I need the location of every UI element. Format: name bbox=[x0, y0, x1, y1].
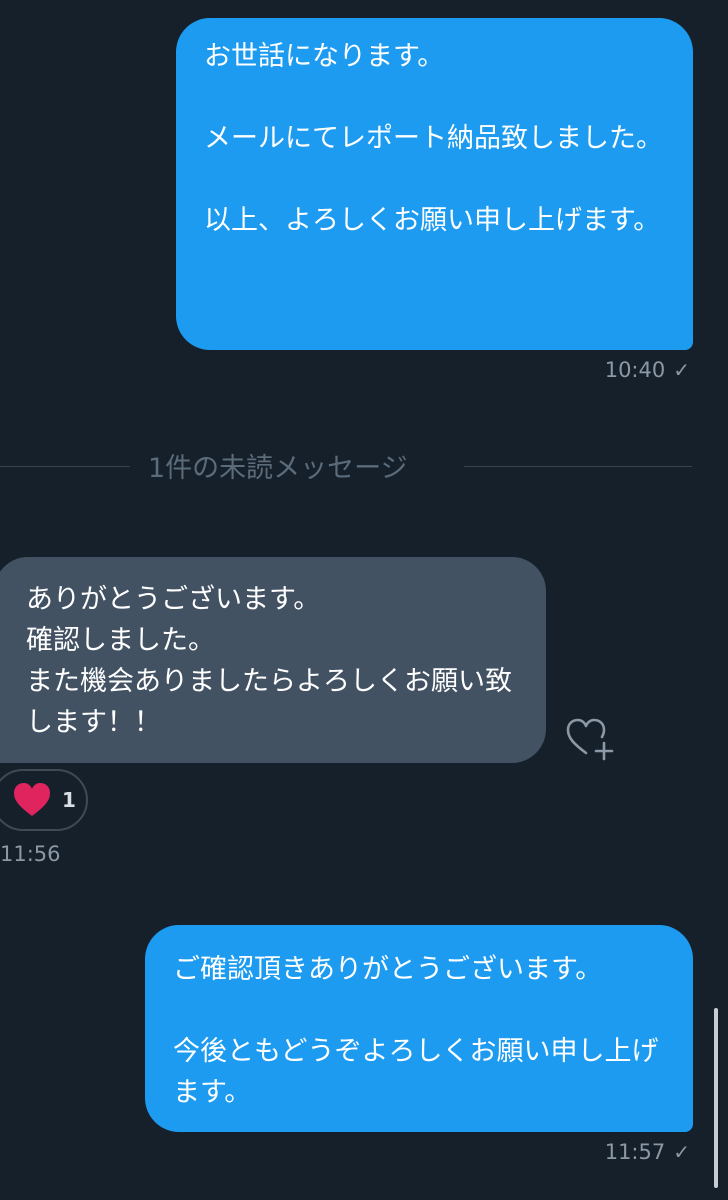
incoming-message-bubble[interactable]: ありがとうございます。 確認しました。 また機会ありましたらよろしくお願い致しま… bbox=[0, 557, 546, 763]
message-time: 11:57 bbox=[604, 1140, 666, 1164]
unread-divider-label: 1件の未読メッセージ bbox=[148, 453, 408, 484]
divider-line-right bbox=[464, 466, 692, 467]
heart-plus-icon bbox=[566, 718, 614, 761]
sent-check-icon: ✓ bbox=[673, 358, 690, 382]
add-reaction-button[interactable] bbox=[564, 715, 618, 761]
divider-line-left bbox=[0, 466, 130, 467]
message-meta: 10:40 ✓ bbox=[605, 358, 690, 382]
outgoing-message-bubble[interactable]: ご確認頂きありがとうございます。 今後ともどうぞよろしくお願い申し上げます。 bbox=[145, 925, 693, 1132]
heart-icon bbox=[14, 783, 50, 816]
message-time: 11:56 bbox=[0, 842, 61, 866]
unread-divider: 1件の未読メッセージ bbox=[0, 444, 692, 484]
reaction-pill[interactable]: 1 bbox=[0, 769, 88, 831]
message-meta: 11:56 bbox=[0, 842, 61, 866]
outgoing-message-bubble[interactable]: お世話になります。 メールにてレポート納品致しました。 以上、よろしくお願い申し… bbox=[176, 18, 693, 350]
message-meta: 11:57 ✓ bbox=[605, 1140, 690, 1164]
scrollbar[interactable] bbox=[714, 1008, 718, 1188]
reaction-count: 1 bbox=[62, 788, 76, 812]
sent-check-icon: ✓ bbox=[673, 1140, 690, 1164]
message-time: 10:40 bbox=[604, 358, 666, 382]
